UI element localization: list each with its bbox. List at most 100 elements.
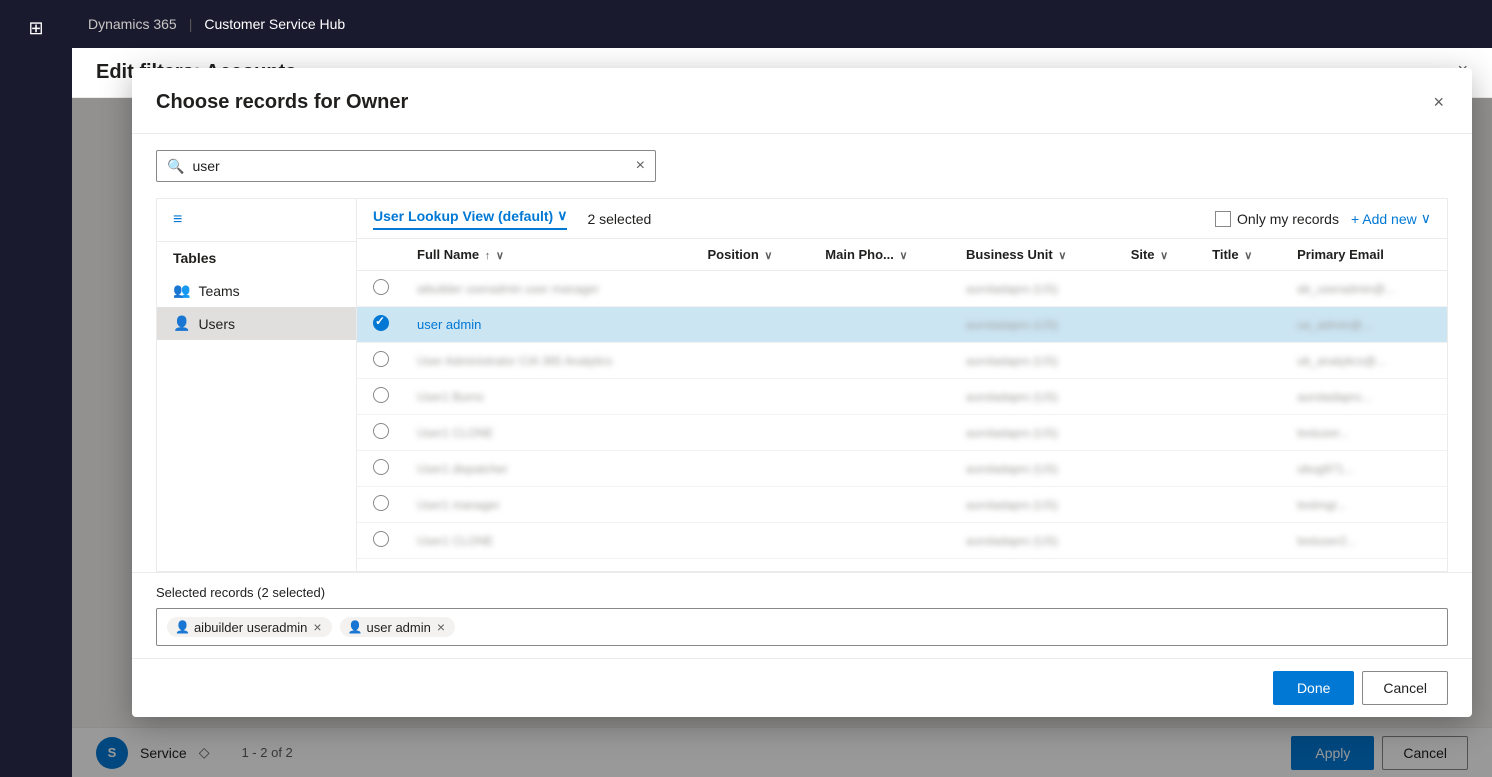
only-my-records-checkbox[interactable]: [1215, 211, 1231, 227]
radio-btn-4[interactable]: [373, 387, 389, 403]
view-selector[interactable]: User Lookup View (default) ∨: [373, 207, 567, 230]
position-cell-7: [696, 487, 814, 523]
search-input[interactable]: [192, 158, 635, 174]
radio-cell-7[interactable]: [357, 487, 405, 523]
add-new-label: + Add new: [1351, 211, 1417, 227]
search-clear-button[interactable]: ×: [636, 157, 645, 175]
table-row[interactable]: User1 Burns auroladapro (US) auroladapro…: [357, 379, 1447, 415]
nav-item-teams[interactable]: 👥 Teams: [157, 274, 356, 307]
only-my-records-container[interactable]: Only my records: [1215, 211, 1339, 227]
app-sidebar: ⊞: [0, 0, 72, 777]
name-cell-1: aibuilder useradmin user manager: [405, 271, 696, 307]
position-cell-4: [696, 379, 814, 415]
radio-cell-5[interactable]: [357, 415, 405, 451]
add-new-button[interactable]: + Add new ∨: [1351, 210, 1431, 227]
selected-records-section: Selected records (2 selected) 👤 aibuilde…: [132, 572, 1472, 658]
done-button[interactable]: Done: [1273, 671, 1354, 705]
selected-chip-1: 👤 aibuilder useradmin ×: [167, 617, 332, 637]
bu-cell-1: auroladapro (US): [954, 271, 1119, 307]
col-email-header[interactable]: Primary Email: [1285, 239, 1447, 271]
modal-header: Choose records for Owner ×: [132, 68, 1472, 134]
selected-badge: 2 selected: [587, 211, 651, 227]
data-table: Full Name ↑ ∨ Position ∨: [357, 239, 1447, 571]
phone-cell-6: [813, 451, 954, 487]
waffle-icon[interactable]: ⊞: [20, 10, 51, 47]
table-row[interactable]: User1 CLONE auroladapro (US) testuser2..…: [357, 523, 1447, 559]
col-position-header[interactable]: Position ∨: [696, 239, 814, 271]
radio-cell-6[interactable]: [357, 451, 405, 487]
title-cell-4: [1200, 379, 1285, 415]
table-row[interactable]: User Administrator CIA 365 Analytics aur…: [357, 343, 1447, 379]
position-cell-3: [696, 343, 814, 379]
nav-item-users[interactable]: 👤 Users: [157, 307, 356, 340]
businessunit-filter-icon: ∨: [1058, 250, 1066, 262]
table-row[interactable]: User1 CLONE auroladapro (US) testuser...: [357, 415, 1447, 451]
chip-remove-button-1[interactable]: ×: [311, 619, 323, 635]
fullname-filter-icon: ∨: [496, 250, 504, 262]
phone-cell-2: [813, 307, 954, 343]
col-title-header[interactable]: Title ∨: [1200, 239, 1285, 271]
users-icon: 👤: [173, 315, 190, 332]
table-header-row: Full Name ↑ ∨ Position ∨: [357, 239, 1447, 271]
app-name: Dynamics 365: [88, 16, 177, 32]
position-cell-1: [696, 271, 814, 307]
table-row[interactable]: aibuilder useradmin user manager aurolad…: [357, 271, 1447, 307]
table-row[interactable]: User1 manager auroladapro (US) testmgr..…: [357, 487, 1447, 523]
bu-cell-7: auroladapro (US): [954, 487, 1119, 523]
only-my-records-label: Only my records: [1237, 211, 1339, 227]
choose-records-modal: Choose records for Owner × 🔍 ×: [132, 68, 1472, 717]
modal-actions: Done Cancel: [132, 658, 1472, 717]
data-panel-toolbar: User Lookup View (default) ∨ 2 selected …: [357, 199, 1447, 239]
title-cell-6: [1200, 451, 1285, 487]
position-cell-5: [696, 415, 814, 451]
selected-records-label: Selected records (2 selected): [156, 585, 1448, 600]
radio-cell-3[interactable]: [357, 343, 405, 379]
radio-cell-1[interactable]: [357, 271, 405, 307]
radio-cell-8[interactable]: [357, 523, 405, 559]
modal-close-button[interactable]: ×: [1429, 88, 1448, 117]
email-cell-4: auroladapro...: [1285, 379, 1447, 415]
chip-remove-button-2[interactable]: ×: [435, 619, 447, 635]
radio-btn-7[interactable]: [373, 495, 389, 511]
radio-btn-6[interactable]: [373, 459, 389, 475]
mainphone-filter-icon: ∨: [900, 250, 908, 262]
modal-body: 🔍 × ≡ Tables 👥: [132, 134, 1472, 572]
toolbar-left: User Lookup View (default) ∨ 2 selected: [373, 207, 651, 230]
title-cell-2: [1200, 307, 1285, 343]
cancel-button[interactable]: Cancel: [1362, 671, 1448, 705]
col-radio-header: [357, 239, 405, 271]
name-cell-7: User1 manager: [405, 487, 696, 523]
col-site-header[interactable]: Site ∨: [1119, 239, 1200, 271]
table-row[interactable]: User1 dispatcher auroladapro (US) ubug97…: [357, 451, 1447, 487]
col-businessunit-header[interactable]: Business Unit ∨: [954, 239, 1119, 271]
radio-cell-2[interactable]: [357, 307, 405, 343]
radio-cell-4[interactable]: [357, 379, 405, 415]
chip-person-icon-1: 👤: [175, 620, 190, 634]
radio-btn-2[interactable]: [373, 315, 389, 331]
radio-btn-8[interactable]: [373, 531, 389, 547]
hamburger-icon[interactable]: ≡: [173, 211, 182, 229]
site-cell-2: [1119, 307, 1200, 343]
col-fullname-header[interactable]: Full Name ↑ ∨: [405, 239, 696, 271]
table-row[interactable]: user admin auroladapro (US) ua_admin@...: [357, 307, 1447, 343]
radio-btn-1[interactable]: [373, 279, 389, 295]
col-mainphone-header[interactable]: Main Pho... ∨: [813, 239, 954, 271]
title-cell-3: [1200, 343, 1285, 379]
email-cell-8: testuser2...: [1285, 523, 1447, 559]
radio-btn-5[interactable]: [373, 423, 389, 439]
view-chevron-icon: ∨: [557, 207, 567, 224]
tables-nav: ≡ Tables 👥 Teams 👤 Users: [157, 199, 357, 571]
bu-cell-5: auroladapro (US): [954, 415, 1119, 451]
title-cell-8: [1200, 523, 1285, 559]
radio-btn-3[interactable]: [373, 351, 389, 367]
panel-area: ≡ Tables 👥 Teams 👤 Users: [156, 198, 1448, 572]
phone-cell-3: [813, 343, 954, 379]
chip-person-icon-2: 👤: [348, 620, 363, 634]
position-cell-2: [696, 307, 814, 343]
modal-title: Choose records for Owner: [156, 91, 408, 114]
phone-cell-8: [813, 523, 954, 559]
name-cell-3: User Administrator CIA 365 Analytics: [405, 343, 696, 379]
fullname-sort-icon: ↑: [485, 250, 491, 262]
teams-icon: 👥: [173, 282, 190, 299]
user-admin-link[interactable]: user admin: [417, 317, 481, 332]
